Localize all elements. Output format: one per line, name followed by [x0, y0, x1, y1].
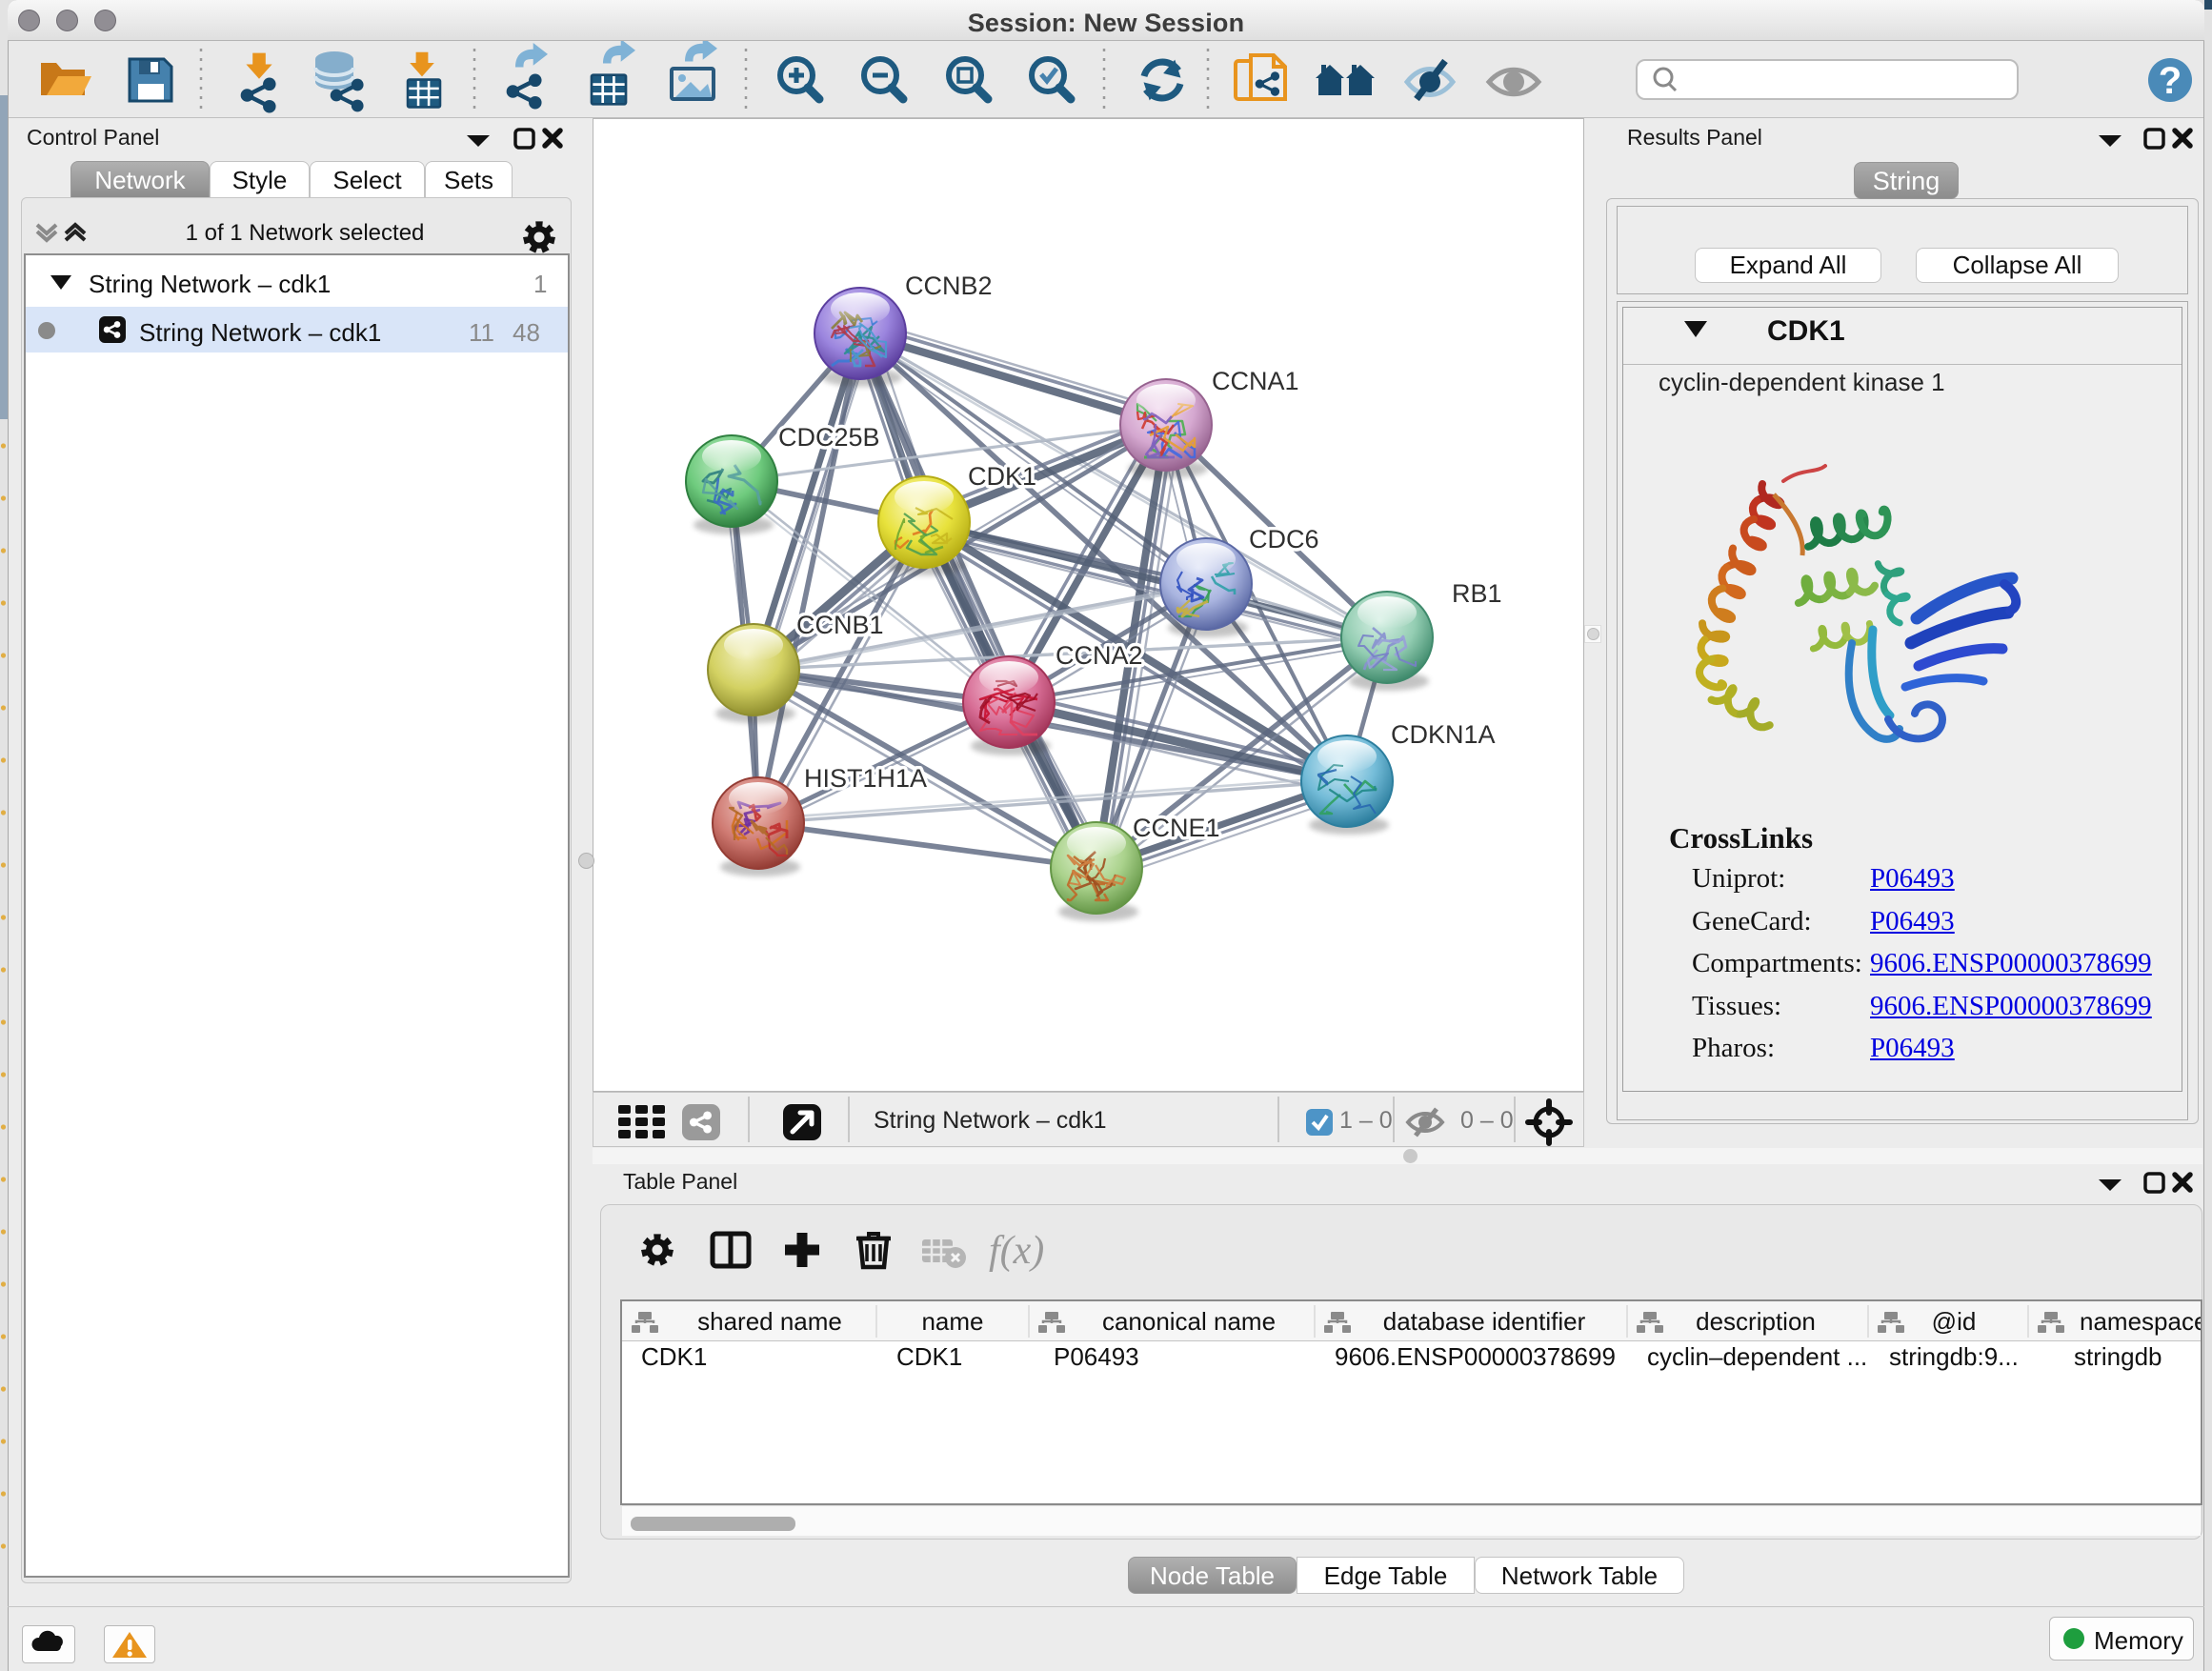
svg-text:CDK1: CDK1	[641, 1342, 707, 1371]
svg-text:@id: @id	[1932, 1307, 1977, 1336]
svg-text:String Network – cdk1: String Network – cdk1	[874, 1107, 1107, 1134]
svg-text:stringdb:9...: stringdb:9...	[1889, 1342, 2019, 1371]
svg-text:namespace: namespace	[2080, 1307, 2201, 1336]
svg-text:9606.ENSP00000378699: 9606.ENSP00000378699	[1335, 1342, 1616, 1371]
svg-text:CDK1: CDK1	[968, 462, 1036, 491]
svg-text:0 – 0: 0 – 0	[1460, 1107, 1514, 1134]
svg-text:canonical name: canonical name	[1102, 1307, 1276, 1336]
svg-text:stringdb: stringdb	[2074, 1342, 2162, 1371]
svg-text:shared name: shared name	[697, 1307, 842, 1336]
svg-text:CCNB1: CCNB1	[796, 611, 884, 639]
svg-text:CCNA2: CCNA2	[1056, 641, 1143, 670]
svg-text:CDK1: CDK1	[896, 1342, 962, 1371]
svg-text:RB1: RB1	[1452, 579, 1502, 608]
svg-text:HIST1H1A: HIST1H1A	[804, 764, 927, 793]
svg-text:CDC6: CDC6	[1249, 525, 1319, 554]
svg-text:1 – 0: 1 – 0	[1339, 1107, 1393, 1134]
svg-text:database identifier: database identifier	[1383, 1307, 1586, 1336]
svg-text:CCNE1: CCNE1	[1133, 814, 1220, 842]
svg-text:cyclin–dependent ...: cyclin–dependent ...	[1647, 1342, 1867, 1371]
svg-text:?: ?	[2159, 60, 2182, 102]
svg-text:CDKN1A: CDKN1A	[1391, 720, 1496, 749]
svg-text:f(x): f(x)	[989, 1229, 1044, 1273]
svg-text:CDC25B: CDC25B	[778, 423, 880, 452]
svg-text:name: name	[921, 1307, 983, 1336]
svg-text:description: description	[1696, 1307, 1816, 1336]
svg-text:CCNB2: CCNB2	[905, 272, 993, 300]
svg-text:CCNA1: CCNA1	[1212, 367, 1299, 395]
svg-text:P06493: P06493	[1054, 1342, 1139, 1371]
